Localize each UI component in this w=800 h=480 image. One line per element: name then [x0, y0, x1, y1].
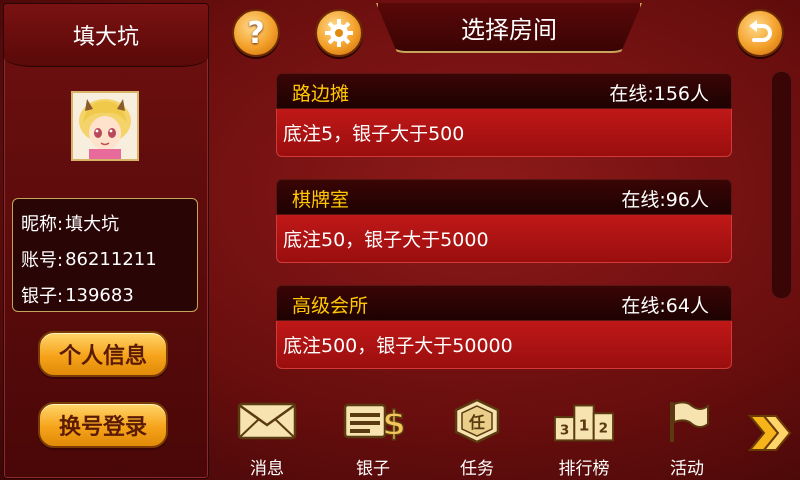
nickname-label: 昵称:	[21, 214, 64, 235]
room-name: 高级会所	[292, 295, 369, 317]
svg-text:$: $	[382, 404, 404, 443]
podium-digit-center: 1	[579, 417, 590, 435]
help-button[interactable]: ?	[232, 9, 280, 57]
room-online-count: 在线:64人	[621, 295, 709, 317]
nav-silver[interactable]: $ 银子	[333, 398, 413, 480]
room-online-count: 在线:156人	[609, 83, 709, 105]
room-body: 底注500，银子大于50000	[276, 321, 732, 369]
podium-icon: 3 1 2	[553, 404, 615, 442]
player-name: 填大坑	[4, 4, 208, 67]
profile-button[interactable]: 个人信息	[38, 331, 168, 377]
nav-label: 排行榜	[558, 459, 610, 479]
room-description: 底注50，银子大于5000	[283, 229, 489, 251]
room-list-scrollbar[interactable]	[771, 71, 792, 299]
nav-leaderboard[interactable]: 3 1 2 排行榜	[544, 398, 624, 480]
nav-events[interactable]: 活动	[647, 398, 727, 480]
account-row: 账号: 86211211	[13, 241, 197, 277]
switch-account-button[interactable]: 换号登录	[38, 402, 168, 448]
silver-value: 139683	[65, 284, 134, 306]
task-icon: 任	[454, 398, 500, 444]
silver-row: 银子: 139683	[13, 277, 197, 313]
room-name: 路边摊	[292, 83, 350, 105]
room-name: 棋牌室	[292, 189, 350, 211]
nav-label: 消息	[250, 459, 284, 479]
room-card-2[interactable]: 高级会所 在线:64人 底注500，银子大于50000	[276, 285, 732, 369]
account-value: 86211211	[65, 248, 157, 270]
nav-label: 活动	[670, 459, 704, 479]
account-label: 账号:	[21, 250, 64, 271]
nav-more-button[interactable]	[746, 412, 792, 454]
back-icon	[749, 20, 772, 42]
nav-label: 任务	[460, 459, 494, 479]
nickname-row: 昵称: 填大坑	[13, 205, 197, 241]
silver-label: 银子:	[21, 286, 64, 307]
room-body: 底注5，银子大于500	[276, 109, 732, 157]
player-info-box: 昵称: 填大坑 账号: 86211211 银子: 139683	[12, 198, 198, 312]
podium-digit-right: 2	[599, 421, 608, 437]
page-title: 选择房间	[376, 3, 642, 53]
podium-digit-left: 3	[560, 423, 569, 439]
room-online-count: 在线:96人	[621, 189, 709, 211]
room-card-0[interactable]: 路边摊 在线:156人 底注5，银子大于500	[276, 73, 732, 157]
settings-button[interactable]	[315, 9, 363, 57]
flag-icon	[670, 401, 709, 442]
nav-messages[interactable]: 消息	[227, 398, 307, 480]
avatar[interactable]	[71, 91, 139, 161]
nickname-value: 填大坑	[65, 214, 120, 235]
envelope-icon	[237, 402, 297, 440]
nav-tasks[interactable]: 任 任务	[437, 398, 517, 480]
room-header: 路边摊 在线:156人	[276, 73, 732, 109]
help-icon: ?	[247, 15, 265, 51]
room-body: 底注50，银子大于5000	[276, 215, 732, 263]
room-header: 棋牌室 在线:96人	[276, 179, 732, 215]
room-description: 底注500，银子大于50000	[283, 335, 513, 357]
double-chevron-right-icon	[747, 415, 792, 451]
money-icon: $	[343, 403, 404, 443]
room-header: 高级会所 在线:64人	[276, 285, 732, 321]
gear-icon	[325, 19, 353, 47]
back-button[interactable]	[736, 9, 784, 57]
room-card-1[interactable]: 棋牌室 在线:96人 底注50，银子大于5000	[276, 179, 732, 263]
nav-label: 银子	[356, 459, 390, 479]
room-description: 底注5，银子大于500	[283, 123, 465, 145]
task-icon-glyph: 任	[468, 413, 485, 432]
